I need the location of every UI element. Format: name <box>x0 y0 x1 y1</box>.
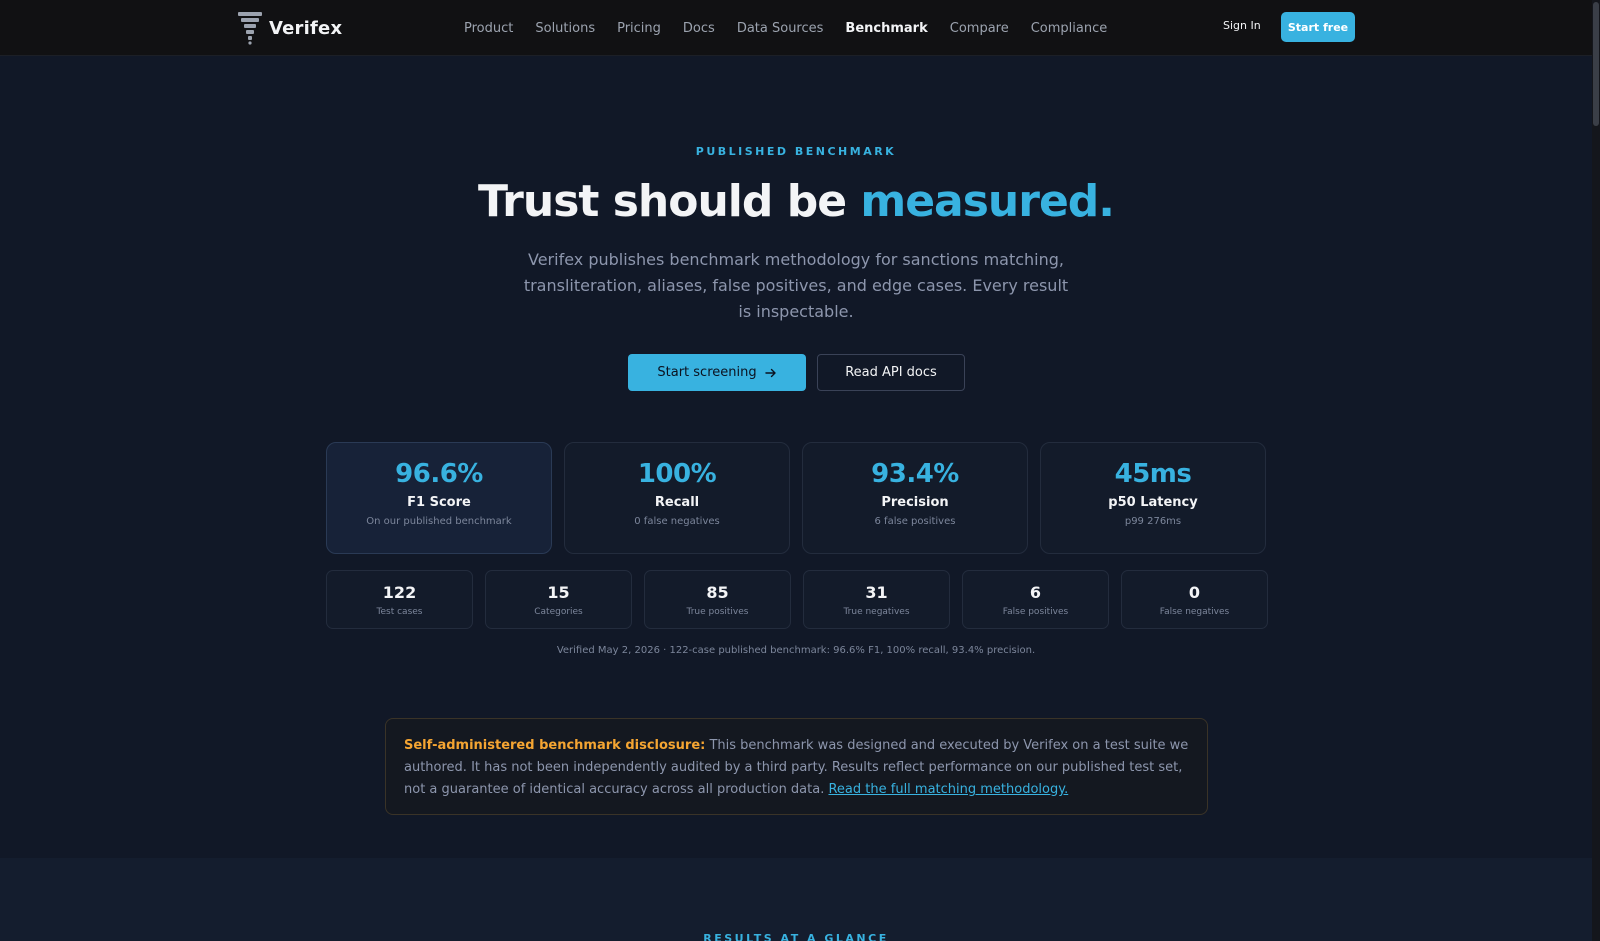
hero-title-main: Trust should be <box>477 176 861 227</box>
benchmark-disclosure: Self-administered benchmark disclosure: … <box>385 718 1208 815</box>
stat-value: 0 <box>1188 583 1201 602</box>
page-scrollbar[interactable] <box>1592 0 1600 941</box>
start-screening-button[interactable]: Start screening <box>628 354 806 391</box>
metric-value: 96.6% <box>395 459 483 489</box>
top-nav: Verifex Product Solutions Pricing Docs D… <box>0 0 1600 56</box>
metric-card-recall: 100% Recall 0 false negatives <box>564 442 790 554</box>
metric-value: 93.4% <box>871 459 959 489</box>
stat-value: 85 <box>706 583 729 602</box>
read-api-docs-button[interactable]: Read API docs <box>817 354 965 391</box>
stat-value: 122 <box>382 583 417 602</box>
stat-card-false-negatives: 0 False negatives <box>1121 570 1268 629</box>
methodology-link[interactable]: Read the full matching methodology. <box>828 782 1068 797</box>
stat-card-true-positives: 85 True positives <box>644 570 791 629</box>
nav-links: Product Solutions Pricing Docs Data Sour… <box>464 0 1129 56</box>
hero-title-accent: measured. <box>860 176 1115 227</box>
metric-cards: 96.6% F1 Score On our published benchmar… <box>326 442 1266 554</box>
stat-cards: 122 Test cases 15 Categories 85 True pos… <box>326 570 1268 629</box>
nav-link-pricing[interactable]: Pricing <box>617 21 661 36</box>
nav-link-solutions[interactable]: Solutions <box>535 21 595 36</box>
nav-link-compliance[interactable]: Compliance <box>1031 21 1108 36</box>
stat-label: Test cases <box>376 607 423 617</box>
metric-value: 100% <box>637 459 717 489</box>
metric-card-latency: 45ms p50 Latency p99 276ms <box>1040 442 1266 554</box>
stat-value: 15 <box>547 583 570 602</box>
stat-card-false-positives: 6 False positives <box>962 570 1109 629</box>
metric-label: F1 Score <box>407 495 471 510</box>
sign-in-link[interactable]: Sign In <box>1223 19 1261 32</box>
metric-label: Precision <box>881 495 949 510</box>
hero-eyebrow: PUBLISHED BENCHMARK <box>695 145 897 158</box>
verified-note: Verified May 2, 2026 · 122-case publishe… <box>556 645 1036 656</box>
stat-card-test-cases: 122 Test cases <box>326 570 473 629</box>
funnel-logo-icon <box>238 12 262 45</box>
stat-label: False positives <box>1002 607 1069 617</box>
hero-subtitle: Verifex publishes benchmark methodology … <box>523 250 1069 321</box>
metric-label: p50 Latency <box>1108 495 1198 510</box>
stat-label: True positives <box>686 607 749 617</box>
metric-card-f1: 96.6% F1 Score On our published benchmar… <box>326 442 552 554</box>
arrow-right-icon <box>764 368 776 377</box>
results-eyebrow: RESULTS AT A GLANCE <box>703 932 889 941</box>
stat-value: 6 <box>1029 583 1042 602</box>
stat-label: Categories <box>534 607 583 617</box>
metric-card-precision: 93.4% Precision 6 false positives <box>802 442 1028 554</box>
stat-card-true-negatives: 31 True negatives <box>803 570 950 629</box>
nav-link-benchmark[interactable]: Benchmark <box>845 21 927 36</box>
results-section <box>0 858 1592 941</box>
nav-link-data-sources[interactable]: Data Sources <box>737 21 824 36</box>
start-screening-label: Start screening <box>657 365 757 380</box>
metric-sub: p99 276ms <box>1124 516 1182 527</box>
nav-link-compare[interactable]: Compare <box>950 21 1009 36</box>
brand-logo[interactable]: Verifex <box>237 10 342 46</box>
metric-sub: 6 false positives <box>874 516 956 527</box>
stat-label: True negatives <box>843 607 910 617</box>
start-free-button[interactable]: Start free <box>1281 12 1355 42</box>
brand-name: Verifex <box>269 17 343 39</box>
nav-link-product[interactable]: Product <box>464 21 513 36</box>
metric-value: 45ms <box>1114 459 1192 489</box>
stat-label: False negatives <box>1159 607 1230 617</box>
metric-sub: On our published benchmark <box>366 516 512 527</box>
nav-link-docs[interactable]: Docs <box>683 21 715 36</box>
stat-card-categories: 15 Categories <box>485 570 632 629</box>
metric-label: Recall <box>654 495 700 510</box>
scrollbar-thumb[interactable] <box>1593 2 1599 126</box>
hero-title: Trust should be measured. <box>0 176 1592 227</box>
metric-sub: 0 false negatives <box>634 516 720 527</box>
disclosure-title: Self-administered benchmark disclosure: <box>404 738 706 753</box>
stat-value: 31 <box>865 583 888 602</box>
